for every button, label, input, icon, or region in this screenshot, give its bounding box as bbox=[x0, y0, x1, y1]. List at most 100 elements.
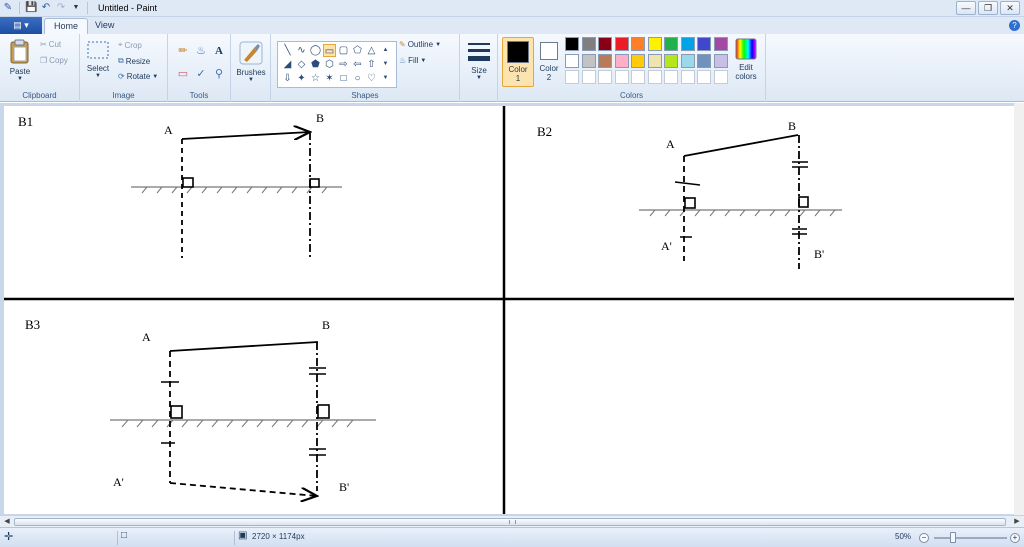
palette-swatch[interactable] bbox=[598, 37, 612, 51]
fill-button[interactable]: ♨ Fill ▼ bbox=[399, 56, 426, 65]
eraser-icon[interactable]: ▭ bbox=[175, 66, 191, 82]
palette-swatch[interactable] bbox=[713, 37, 728, 51]
triangle-shape-icon[interactable]: △ bbox=[365, 44, 378, 57]
file-menu-button[interactable]: ▤ ▾ bbox=[0, 17, 42, 34]
minimize-button[interactable]: — bbox=[956, 1, 976, 15]
size-dropdown-icon[interactable]: ▼ bbox=[464, 75, 494, 81]
tab-home[interactable]: Home bbox=[44, 18, 89, 34]
palette-swatch[interactable] bbox=[697, 37, 711, 51]
close-button[interactable]: ✕ bbox=[1000, 1, 1020, 15]
vertical-scrollbar[interactable] bbox=[1014, 103, 1024, 515]
palette-swatch[interactable] bbox=[631, 37, 645, 51]
palette-swatch[interactable] bbox=[680, 70, 695, 84]
pencil-icon[interactable]: ✏ bbox=[175, 43, 191, 59]
palette-swatch[interactable] bbox=[565, 37, 579, 51]
four-point-star-icon[interactable]: ✦ bbox=[295, 72, 308, 85]
six-point-star-icon[interactable]: ✶ bbox=[323, 72, 336, 85]
shapes-more-icon[interactable]: ▼ bbox=[379, 72, 392, 85]
line-shape-icon[interactable]: ╲ bbox=[281, 44, 294, 57]
brushes-button[interactable]: Brushes ▼ bbox=[235, 40, 267, 83]
polygon-shape-icon[interactable]: ⬠ bbox=[351, 44, 364, 57]
cloud-callout-icon[interactable]: ♡ bbox=[365, 72, 378, 85]
hexagon-shape-icon[interactable]: ⬡ bbox=[323, 58, 336, 71]
oval-shape-icon[interactable]: ◯ bbox=[309, 44, 322, 57]
right-triangle-shape-icon[interactable]: ◢ bbox=[281, 58, 294, 71]
palette-swatch[interactable] bbox=[631, 70, 645, 84]
restore-button[interactable]: ❐ bbox=[978, 1, 998, 15]
right-arrow-shape-icon[interactable]: ⇨ bbox=[337, 58, 350, 71]
palette-swatch[interactable] bbox=[647, 70, 662, 84]
palette-swatch[interactable] bbox=[581, 53, 596, 68]
paste-dropdown-icon[interactable]: ▼ bbox=[6, 76, 34, 82]
scroll-right-icon[interactable]: ▶ bbox=[1012, 517, 1022, 527]
edit-colors-button[interactable]: Edit colors bbox=[730, 37, 762, 81]
palette-swatch[interactable] bbox=[647, 53, 662, 68]
outline-button[interactable]: ✎ Outline ▼ bbox=[399, 40, 441, 49]
scroll-up-icon[interactable]: ▲ bbox=[379, 44, 392, 57]
palette-swatch[interactable] bbox=[697, 70, 711, 84]
text-tool-icon[interactable]: A bbox=[211, 43, 227, 59]
brushes-dropdown-icon[interactable]: ▼ bbox=[235, 77, 267, 83]
help-icon[interactable]: ? bbox=[1009, 20, 1020, 31]
up-arrow-shape-icon[interactable]: ⇧ bbox=[365, 58, 378, 71]
palette-swatch[interactable] bbox=[664, 70, 678, 84]
oval-callout-icon[interactable]: ○ bbox=[351, 72, 364, 85]
resize-button[interactable]: ⧉ Resize bbox=[118, 56, 150, 66]
palette-swatch[interactable] bbox=[697, 53, 711, 68]
rectangle-shape-icon[interactable]: ▭ bbox=[323, 44, 336, 57]
palette-swatch[interactable] bbox=[664, 53, 678, 68]
palette-swatch[interactable] bbox=[664, 37, 678, 51]
five-point-star-icon[interactable]: ☆ bbox=[309, 72, 322, 85]
palette-swatch[interactable] bbox=[713, 70, 728, 84]
color1-button[interactable]: Color 1 bbox=[502, 37, 534, 87]
fill-bucket-icon[interactable]: ♨ bbox=[193, 43, 209, 59]
size-button[interactable]: Size ▼ bbox=[464, 40, 494, 81]
palette-swatch[interactable] bbox=[614, 70, 629, 84]
copy-button[interactable]: ❐ Copy bbox=[40, 56, 68, 65]
left-arrow-shape-icon[interactable]: ⇦ bbox=[351, 58, 364, 71]
rotate-button[interactable]: ⟳ Rotate ▼ bbox=[118, 72, 158, 81]
rounded-rectangle-shape-icon[interactable]: ▢ bbox=[337, 44, 350, 57]
undo-icon[interactable]: ↶ bbox=[40, 2, 52, 14]
tab-view[interactable]: View bbox=[86, 18, 123, 34]
cut-button[interactable]: ✂ Cut bbox=[40, 40, 61, 49]
zoom-slider-track[interactable] bbox=[934, 537, 1007, 539]
horizontal-scrollbar[interactable]: ◀ ▶ bbox=[0, 515, 1024, 527]
redo-icon[interactable]: ↷ bbox=[55, 2, 67, 14]
scroll-down-icon[interactable]: ▼ bbox=[379, 58, 392, 71]
palette-swatch[interactable] bbox=[614, 37, 629, 51]
rounded-callout-icon[interactable]: □ bbox=[337, 72, 350, 85]
zoom-slider-thumb[interactable] bbox=[950, 532, 956, 543]
palette-swatch[interactable] bbox=[680, 53, 695, 68]
palette-swatch[interactable] bbox=[581, 70, 596, 84]
palette-swatch[interactable] bbox=[713, 53, 728, 68]
horizontal-scroll-thumb[interactable] bbox=[14, 518, 1006, 526]
customize-qat-icon[interactable]: ▼ bbox=[70, 2, 82, 14]
palette-swatch[interactable] bbox=[680, 37, 695, 51]
crop-button[interactable]: ⌖ Crop bbox=[118, 40, 142, 50]
palette-swatch[interactable] bbox=[565, 53, 579, 68]
palette-swatch[interactable] bbox=[565, 70, 579, 84]
save-icon[interactable]: 💾 bbox=[25, 2, 37, 14]
down-arrow-shape-icon[interactable]: ⇩ bbox=[281, 72, 294, 85]
color-picker-icon[interactable]: ✓ bbox=[193, 66, 209, 82]
palette-swatch[interactable] bbox=[631, 53, 645, 68]
palette-swatch[interactable] bbox=[581, 37, 596, 51]
magnifier-icon[interactable]: ⚲ bbox=[211, 66, 227, 82]
palette-swatch[interactable] bbox=[598, 70, 612, 84]
scroll-left-icon[interactable]: ◀ bbox=[2, 517, 12, 527]
select-dropdown-icon[interactable]: ▼ bbox=[84, 73, 112, 79]
curve-shape-icon[interactable]: ∿ bbox=[295, 44, 308, 57]
palette-swatch[interactable] bbox=[598, 53, 612, 68]
zoom-in-icon[interactable]: + bbox=[1010, 533, 1020, 543]
paint-app-icon[interactable]: ✎ bbox=[2, 2, 14, 14]
zoom-out-icon[interactable]: − bbox=[919, 533, 929, 543]
palette-swatch[interactable] bbox=[614, 53, 629, 68]
drawing-canvas[interactable]: B1 A B B2 A B A' B' B3 A B A' B' bbox=[4, 106, 1014, 514]
color2-button[interactable]: Color 2 bbox=[536, 37, 562, 87]
select-button[interactable]: Select ▼ bbox=[84, 40, 112, 79]
diamond-shape-icon[interactable]: ◇ bbox=[295, 58, 308, 71]
paste-button[interactable]: Paste ▼ bbox=[6, 39, 34, 82]
palette-swatch[interactable] bbox=[647, 37, 662, 51]
pentagon-shape-icon[interactable]: ⬟ bbox=[309, 58, 322, 71]
